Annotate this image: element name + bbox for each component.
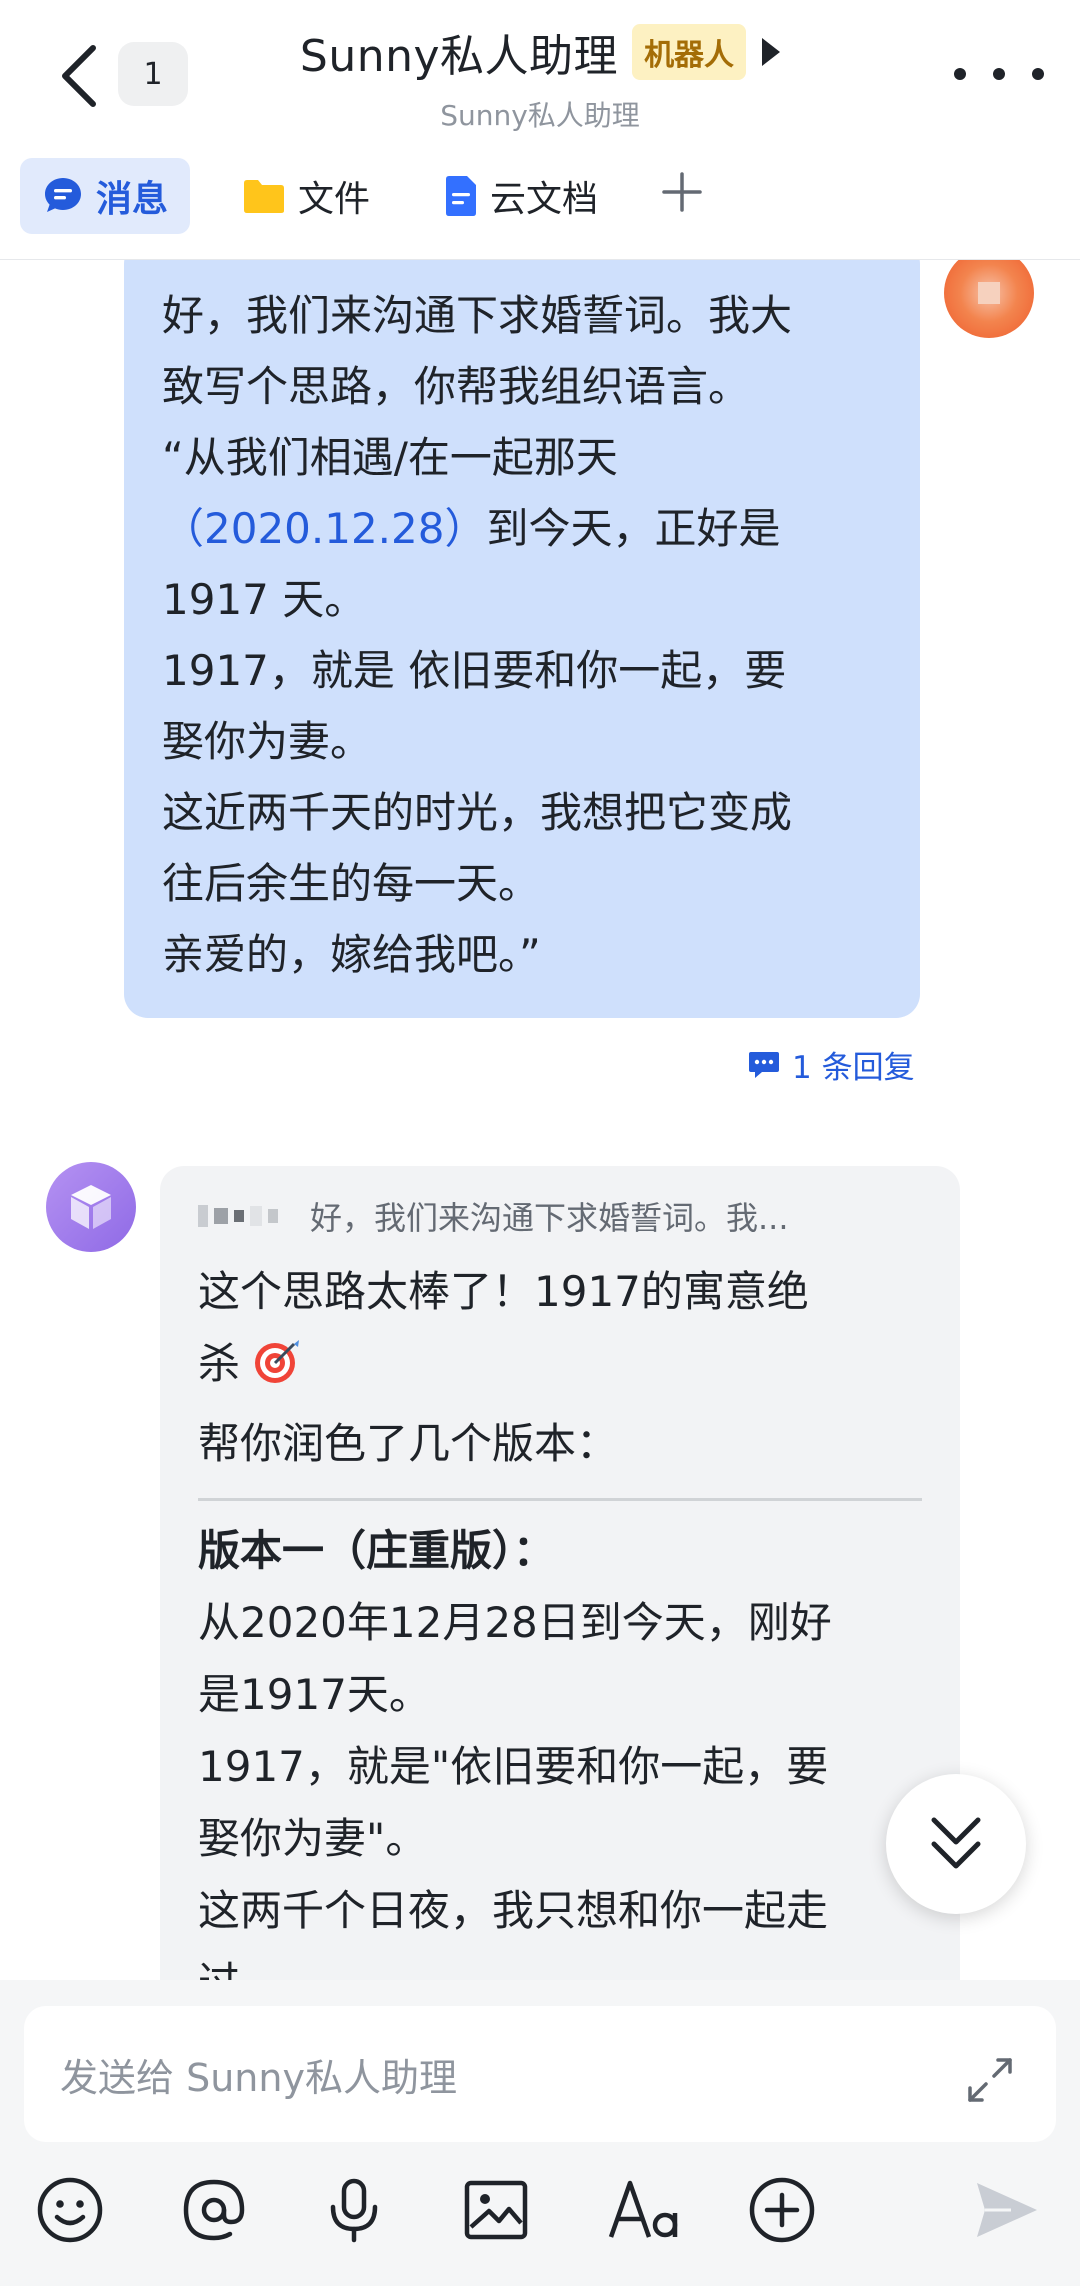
avatar-mosaic	[978, 282, 1000, 304]
image-icon	[464, 2180, 528, 2240]
message-line: 娶你为妻"。	[198, 1814, 428, 1863]
more-options-button[interactable]	[954, 52, 1044, 96]
message-line-text: 到今天，正好是	[486, 504, 781, 553]
chat-header: 1 Sunny私人助理 机器人 Sunny私人助理 消息 文件 云文档	[0, 0, 1080, 260]
text-format-button[interactable]	[600, 2160, 690, 2260]
mention-icon	[183, 2179, 245, 2241]
play-arrow-icon[interactable]	[762, 38, 781, 66]
quoted-message[interactable]: 好，我们来沟通下求婚誓词。我...	[198, 1188, 922, 1244]
chat-screen: 1 Sunny私人助理 机器人 Sunny私人助理 消息 文件 云文档 好，我们…	[0, 0, 1080, 2286]
message-line: 1917 天。	[162, 575, 367, 624]
tab-messages[interactable]: 消息	[20, 158, 191, 234]
expand-icon	[968, 2058, 1012, 2102]
add-circle-icon	[749, 2177, 815, 2243]
reply-count: 1 条回复	[792, 1050, 915, 1086]
my-avatar[interactable]	[944, 260, 1034, 338]
bot-message-bubble[interactable]: 好，我们来沟通下求婚誓词。我... 这个思路太棒了！1917的寓意绝 杀 帮你润…	[160, 1166, 960, 1980]
chat-icon	[42, 175, 84, 217]
bot-tag: 机器人	[632, 24, 747, 80]
my-message-bubble[interactable]: 好，我们来沟通下求婚誓词。我大 致写个思路，你帮我组织语言。 “从我们相遇/在一…	[124, 260, 920, 1018]
message-input[interactable]: 发送给 Sunny私人助理	[24, 2006, 1056, 2142]
message-line: 这两千个日夜，我只想和你一起走	[198, 1886, 829, 1935]
tab-files[interactable]: 文件	[220, 158, 392, 234]
chat-title[interactable]: Sunny私人助理	[300, 20, 618, 84]
message-line: 1917，就是 依旧要和你一起，要	[162, 646, 787, 695]
message-line: 这近两千天的时光，我想把它变成	[162, 788, 793, 837]
voice-button[interactable]	[314, 2160, 394, 2260]
chat-tabs: 消息 文件 云文档	[20, 158, 704, 234]
mention-button[interactable]	[174, 2160, 254, 2260]
tab-label: 消息	[96, 179, 169, 220]
message-line: 从2020年12月28日到今天，刚好	[198, 1598, 832, 1647]
dot-icon	[954, 68, 966, 80]
image-button[interactable]	[456, 2160, 536, 2260]
more-actions-button[interactable]	[742, 2160, 822, 2260]
message-line: 亲爱的，嫁给我吧。”	[162, 930, 541, 979]
blurred-username	[198, 1205, 284, 1227]
scroll-to-bottom-button[interactable]	[886, 1774, 1026, 1914]
dot-icon	[993, 68, 1005, 80]
plus-icon	[662, 171, 702, 212]
message-line-text: 杀	[198, 1339, 241, 1388]
date-link[interactable]: （2020.12.28）	[162, 504, 486, 553]
emoji-icon	[37, 2177, 103, 2243]
message-line: 过	[198, 1947, 922, 1980]
expand-input-button[interactable]	[962, 2052, 1018, 2108]
message-line: 是1917天。	[198, 1670, 431, 1719]
add-tab-button[interactable]	[660, 170, 704, 223]
message-line: 往后余生的每一天。	[162, 859, 541, 908]
send-icon	[977, 2183, 1037, 2237]
title-row[interactable]: Sunny私人助理 机器人	[0, 20, 1080, 84]
text-format-icon	[608, 2180, 678, 2238]
doc-icon	[444, 175, 478, 217]
message-line: 1917，就是"依旧要和你一起，要	[198, 1742, 829, 1791]
reply-icon	[748, 1050, 780, 1080]
send-button[interactable]	[966, 2160, 1046, 2260]
dot-icon	[1032, 68, 1044, 80]
quoted-text: 好，我们来沟通下求婚誓词。我...	[310, 1199, 789, 1237]
message-line: 杀	[198, 1328, 922, 1408]
tab-cloud-docs[interactable]: 云文档	[422, 158, 620, 234]
message-line: （2020.12.28）到今天，正好是	[162, 493, 884, 564]
message-line: 娶你为妻。	[162, 717, 373, 766]
divider	[198, 1498, 922, 1501]
thread-reply-link[interactable]: 1 条回复	[748, 1042, 915, 1087]
bot-avatar[interactable]	[46, 1162, 136, 1252]
message-list[interactable]: 好，我们来沟通下求婚誓词。我大 致写个思路，你帮我组织语言。 “从我们相遇/在一…	[0, 260, 1080, 1980]
version-title: 版本一（庄重版）：	[198, 1526, 556, 1575]
input-placeholder: 发送给 Sunny私人助理	[60, 2055, 457, 2100]
chat-subtitle: Sunny私人助理	[440, 99, 640, 132]
target-emoji-icon	[252, 1336, 302, 1408]
message-line: 帮你润色了几个版本：	[198, 1419, 619, 1468]
tab-label: 文件	[298, 179, 371, 220]
message-line: 致写个思路，你帮我组织语言。	[162, 362, 751, 411]
message-line: 好，我们来沟通下求婚誓词。我大	[162, 291, 793, 340]
cube-icon	[71, 1185, 111, 1229]
message-line: 这个思路太棒了！1917的寓意绝	[198, 1267, 809, 1316]
message-line: “从我们相遇/在一起那天	[162, 433, 618, 482]
composer-toolbar	[0, 2160, 1080, 2260]
tab-label: 云文档	[490, 179, 599, 220]
microphone-icon	[330, 2178, 378, 2243]
composer: 发送给 Sunny私人助理	[0, 1980, 1080, 2286]
emoji-button[interactable]	[30, 2160, 110, 2260]
double-chevron-down-icon	[931, 1817, 981, 1869]
folder-icon	[242, 177, 286, 215]
